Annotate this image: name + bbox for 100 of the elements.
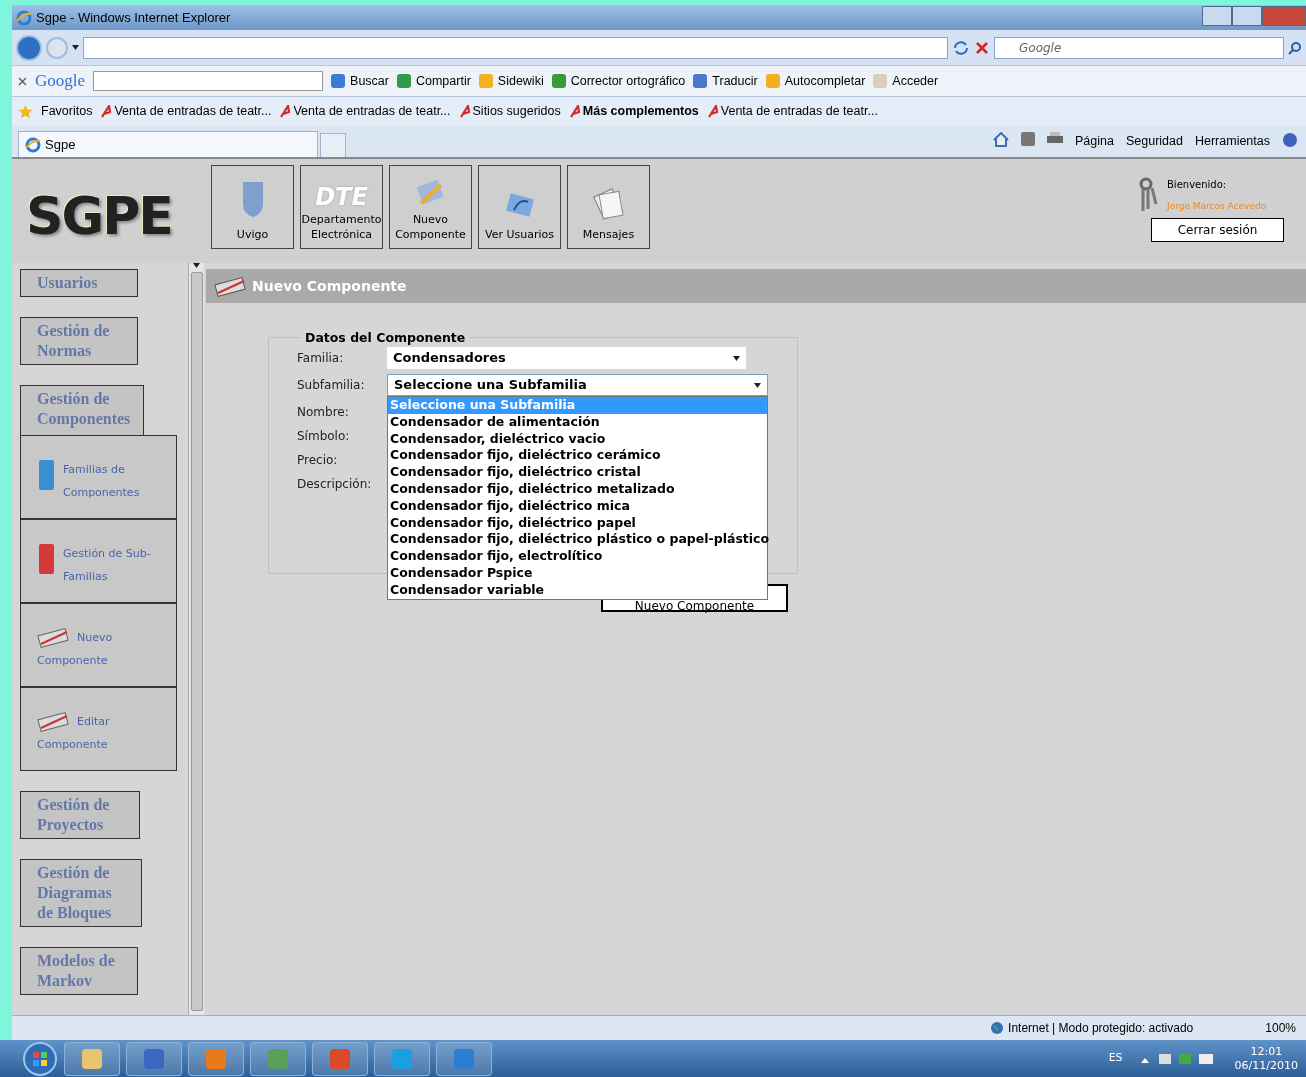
dropdown-option[interactable]: Condensador fijo, dieléctrico mica xyxy=(388,497,767,515)
toolbar-button[interactable]: Acceder xyxy=(873,71,939,91)
toolbar-button[interactable]: Compartir xyxy=(396,71,471,91)
stop-icon[interactable] xyxy=(974,39,990,56)
toolbar-button[interactable]: Corrector ortográfico xyxy=(551,71,686,91)
app-logo: SGPE xyxy=(26,185,173,248)
select-field[interactable]: Condensadores xyxy=(387,347,746,369)
dropdown-option[interactable]: Condensador, dieléctrico vacio xyxy=(388,430,767,448)
header-button[interactable]: Nuevo Componente xyxy=(389,165,472,249)
favorite-link[interactable]: Venta de entradas de teatr... xyxy=(279,102,451,121)
new-tab-button[interactable] xyxy=(320,133,346,157)
book-icon xyxy=(37,457,57,492)
link-icon xyxy=(706,105,719,118)
browser-tab[interactable]: Sgpe xyxy=(18,131,318,157)
favorite-link[interactable]: Venta de entradas de teatr... xyxy=(706,102,878,121)
dropdown-option[interactable]: Condensador fijo, dieléctrico plástico o papel-plástico xyxy=(388,531,767,549)
app-icon xyxy=(80,1046,104,1071)
toolbar-logo: Google xyxy=(35,70,86,93)
favorite-link[interactable]: Venta de entradas de teatr... xyxy=(100,102,272,121)
toolbar-button[interactable]: Traducir xyxy=(693,71,758,91)
close-button[interactable] xyxy=(1262,5,1306,26)
field-label: Subfamilia: xyxy=(297,377,366,394)
toolbar-search-field[interactable] xyxy=(93,71,324,91)
taskbar-button[interactable] xyxy=(250,1041,306,1076)
taskbar-button[interactable] xyxy=(64,1041,120,1076)
clock-time[interactable]: 12:01 xyxy=(1250,1044,1283,1059)
command-menu[interactable]: Página xyxy=(1075,132,1114,151)
favorite-link[interactable]: Sitios sugeridos xyxy=(458,102,561,121)
dropdown-option[interactable]: Condensador Pspice xyxy=(388,564,767,582)
home-icon[interactable] xyxy=(993,132,1010,148)
greeting-text: Bienvenido: xyxy=(1167,178,1228,192)
taskbar-button[interactable] xyxy=(436,1041,492,1076)
address-field[interactable] xyxy=(83,36,948,59)
header-button[interactable]: Mensajes xyxy=(567,165,650,249)
caret-icon xyxy=(754,382,761,388)
close-icon[interactable] xyxy=(18,76,27,86)
sidebar-subitem[interactable]: Nuevo Componente xyxy=(20,603,177,687)
caret-icon xyxy=(72,45,79,50)
field-label: Familia: xyxy=(297,350,345,367)
field-label: Descripción: xyxy=(297,476,373,493)
link-icon xyxy=(458,105,471,118)
logout-button[interactable]: Cerrar sesión xyxy=(1151,217,1284,242)
star-icon xyxy=(18,104,33,119)
command-menu[interactable]: Seguridad xyxy=(1125,132,1183,151)
favorites-button[interactable]: Favoritos xyxy=(41,102,93,121)
sidebar-subitem[interactable]: Gestión de Sub-Familias xyxy=(20,519,177,603)
field-label: Precio: xyxy=(297,452,339,469)
app-icon xyxy=(390,1046,414,1071)
taskbar-button[interactable] xyxy=(312,1041,368,1076)
dropdown-option[interactable]: Condensador fijo, electrolítico xyxy=(388,548,767,565)
field-label: Símbolo: xyxy=(297,428,351,445)
clock-date[interactable]: 06/11/2010 xyxy=(1234,1058,1298,1073)
language-indicator[interactable]: ES xyxy=(1108,1050,1123,1067)
caret-icon xyxy=(733,355,740,361)
taskbar-button[interactable] xyxy=(126,1041,182,1076)
status-zone: Internet | Modo protegido: activado xyxy=(990,1019,1194,1037)
browser-icon xyxy=(16,9,32,26)
app-icon xyxy=(266,1046,290,1071)
link-icon xyxy=(568,105,581,118)
dropdown-option[interactable]: Condensador fijo, dieléctrico cerámico xyxy=(388,447,767,465)
page-title: Nuevo Componente xyxy=(252,276,407,296)
globe-icon xyxy=(990,1021,1005,1035)
minimize-button[interactable] xyxy=(1202,5,1232,26)
sidebar-subitem[interactable]: Editar Componente xyxy=(20,687,177,771)
header-button[interactable]: Uvigo xyxy=(211,165,294,249)
back-button[interactable] xyxy=(16,34,42,61)
dropdown-option[interactable]: Condensador variable xyxy=(388,581,767,599)
browser-icon xyxy=(25,136,41,153)
book-icon xyxy=(37,541,57,576)
app-icon xyxy=(142,1046,166,1071)
header-button[interactable]: Ver Usuarios xyxy=(478,165,561,249)
dropdown-option[interactable]: Condensador fijo, dieléctrico metalizado xyxy=(388,481,767,498)
window-title: Sgpe - Windows Internet Explorer xyxy=(36,8,231,27)
toolbar-button[interactable]: Autocompletar xyxy=(765,71,866,91)
app-icon xyxy=(204,1046,228,1071)
maximize-button[interactable] xyxy=(1232,5,1262,26)
start-icon[interactable] xyxy=(22,1040,58,1077)
dropdown-option[interactable]: Condensador fijo, dieléctrico cristal xyxy=(388,464,767,481)
favorite-link[interactable]: Más complementos xyxy=(568,102,699,121)
zoom-level[interactable]: 100% xyxy=(1265,1019,1296,1037)
taskbar-button[interactable] xyxy=(188,1041,244,1076)
app-icon xyxy=(328,1046,352,1071)
dropdown-option[interactable]: Condensador fijo, dieléctrico papel xyxy=(388,514,767,532)
app-icon xyxy=(452,1046,476,1071)
sidebar-subitem[interactable]: Familias de Componentes xyxy=(20,435,177,519)
search-field[interactable]: Google xyxy=(994,36,1284,59)
scrollbar[interactable] xyxy=(188,263,204,1015)
taskbar-button[interactable] xyxy=(374,1041,430,1076)
field-label: Nombre: xyxy=(297,404,350,421)
refresh-icon[interactable] xyxy=(952,38,970,57)
tab-title: Sgpe xyxy=(45,135,76,154)
user-name: Jorge Marcos Acevedo xyxy=(1167,200,1267,213)
form-legend: Datos del Componente xyxy=(301,329,470,348)
forward-button[interactable] xyxy=(46,36,68,59)
command-menu[interactable]: Herramientas xyxy=(1194,132,1270,151)
link-icon xyxy=(279,105,292,118)
dropdown-option[interactable]: Condensador de alimentación xyxy=(388,413,767,431)
toolbar-button[interactable]: Sidewiki xyxy=(478,71,544,91)
search-icon[interactable] xyxy=(1288,40,1302,55)
toolbar-button[interactable]: Buscar xyxy=(331,71,389,91)
